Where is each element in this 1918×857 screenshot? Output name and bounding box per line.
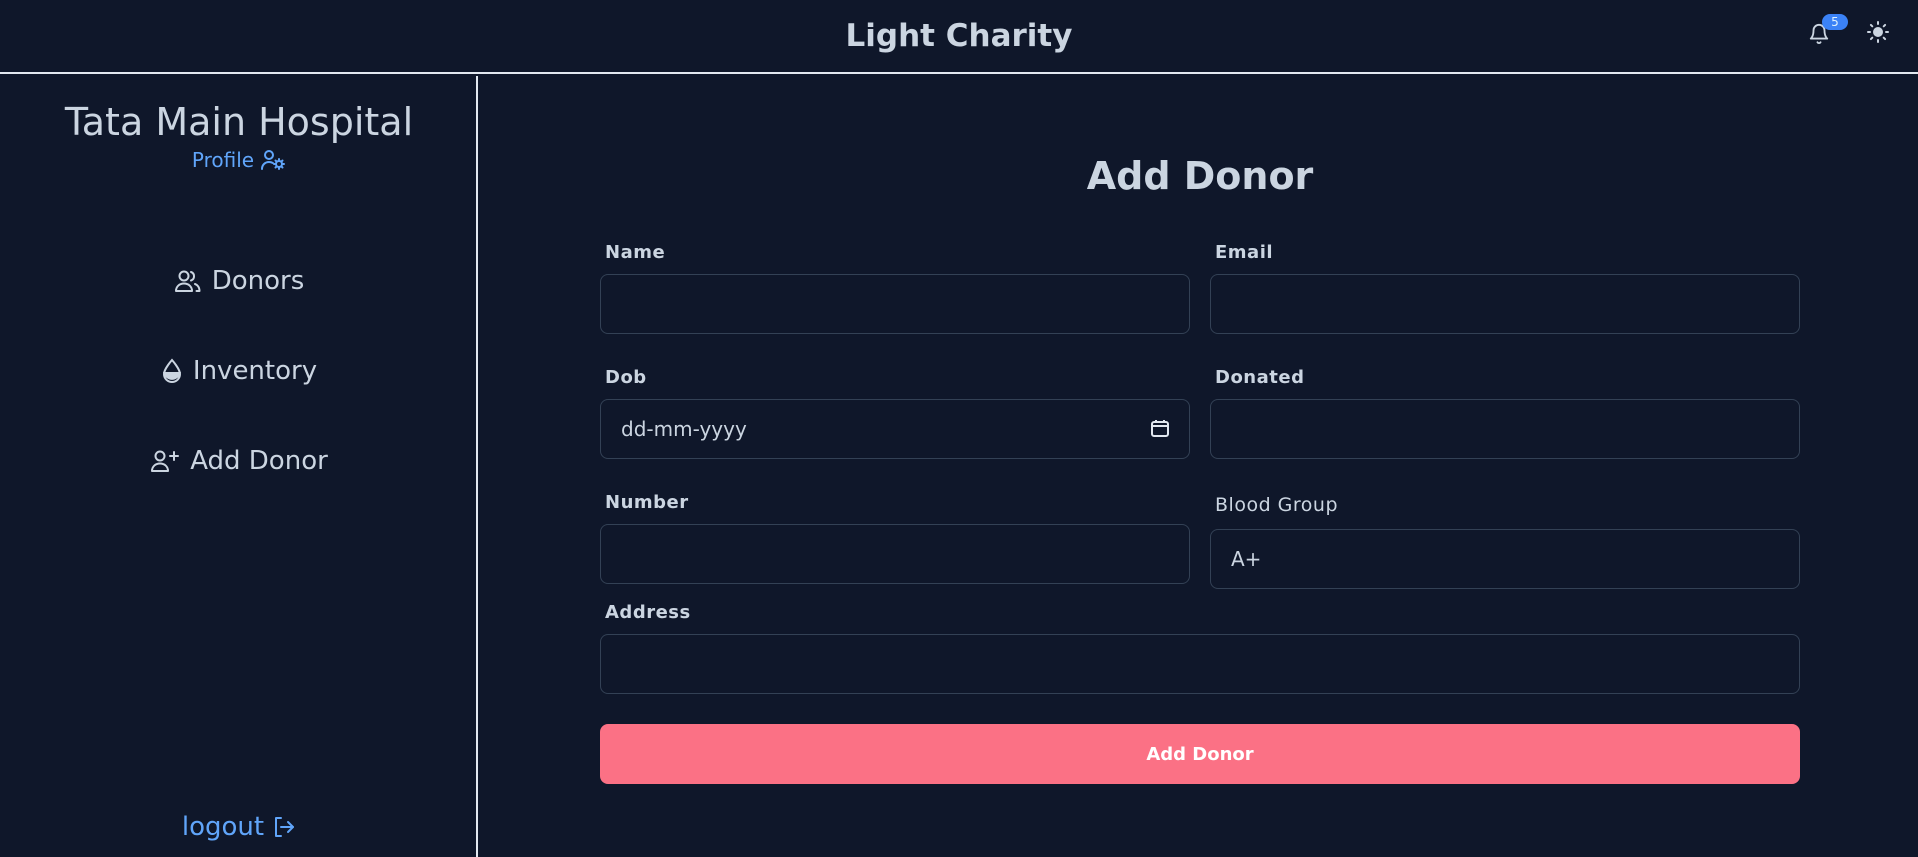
number-label: Number bbox=[605, 492, 689, 513]
profile-link[interactable]: Profile bbox=[0, 148, 478, 172]
blood-group-value: A+ bbox=[1231, 547, 1262, 571]
address-label: Address bbox=[605, 602, 691, 623]
number-input[interactable] bbox=[600, 524, 1190, 584]
add-donor-button[interactable]: Add Donor bbox=[600, 724, 1800, 784]
logout-icon bbox=[275, 817, 295, 837]
user-settings-icon bbox=[261, 150, 286, 170]
notification-badge: 5 bbox=[1822, 14, 1848, 30]
blood-group-select[interactable]: A+ bbox=[1210, 529, 1800, 589]
email-input[interactable] bbox=[1210, 274, 1800, 334]
profile-label: Profile bbox=[191, 148, 255, 172]
logout-label: logout bbox=[181, 812, 265, 842]
donated-input[interactable] bbox=[1210, 399, 1800, 459]
sidebar-item-label: Add Donor bbox=[190, 446, 328, 476]
user-plus-icon bbox=[151, 450, 180, 472]
sidebar-item-label: Inventory bbox=[192, 356, 318, 386]
top-bar: Light Charity 5 bbox=[0, 0, 1918, 74]
sidebar-item-label: Donors bbox=[211, 266, 305, 296]
sidebar-item-donors[interactable]: Donors bbox=[0, 266, 478, 296]
donated-label: Donated bbox=[1215, 367, 1305, 388]
users-icon bbox=[174, 270, 201, 292]
sun-icon bbox=[1867, 21, 1889, 43]
name-input[interactable] bbox=[600, 274, 1190, 334]
app-title: Light Charity bbox=[845, 18, 1073, 54]
notifications-button[interactable]: 5 bbox=[1806, 14, 1848, 48]
dob-field bbox=[600, 399, 1190, 459]
hospital-name: Tata Main Hospital bbox=[64, 100, 414, 144]
calendar-icon[interactable] bbox=[1150, 418, 1170, 438]
sidebar-item-inventory[interactable]: Inventory bbox=[0, 356, 478, 386]
address-input[interactable] bbox=[600, 634, 1800, 694]
blood-group-label: Blood Group bbox=[1215, 494, 1339, 516]
blood-drop-icon bbox=[162, 358, 181, 383]
name-label: Name bbox=[605, 242, 666, 263]
theme-toggle-button[interactable] bbox=[1866, 20, 1894, 48]
page-title: Add Donor bbox=[1086, 154, 1314, 198]
logout-link[interactable]: logout bbox=[0, 812, 478, 842]
email-label: Email bbox=[1215, 242, 1274, 263]
dob-input[interactable] bbox=[600, 399, 1190, 459]
dob-label: Dob bbox=[605, 367, 647, 388]
sidebar-item-add-donor[interactable]: Add Donor bbox=[0, 446, 478, 476]
sidebar: Tata Main Hospital Profile Donors Invent… bbox=[0, 76, 478, 857]
